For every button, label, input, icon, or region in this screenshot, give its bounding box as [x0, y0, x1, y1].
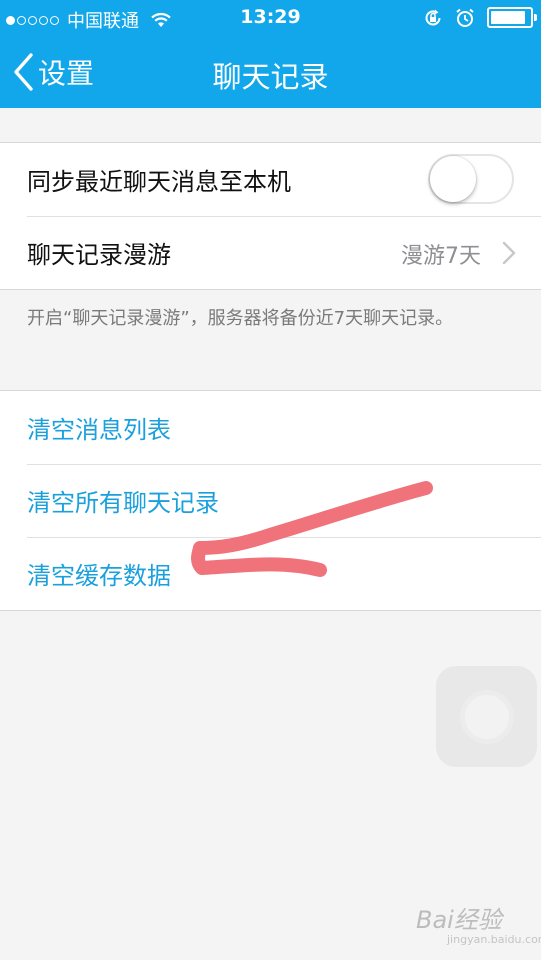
- status-right: [423, 7, 537, 28]
- chat-roaming-value: 漫游7天: [401, 244, 481, 269]
- battery-icon: [487, 7, 537, 28]
- roaming-settings-group: 同步最近聊天消息至本机 聊天记录漫游 漫游7天: [0, 142, 541, 290]
- assistive-touch-icon: [460, 690, 514, 744]
- roaming-footnote: 开启“聊天记录漫游”，服务器将备份近7天聊天记录。: [27, 308, 454, 329]
- chevron-right-icon: [502, 241, 516, 265]
- watermark-logo: Bai经验: [416, 906, 502, 934]
- chat-roaming-row[interactable]: 聊天记录漫游 漫游7天: [0, 216, 541, 289]
- sync-recent-messages-label: 同步最近聊天消息至本机: [27, 168, 291, 196]
- toggle-knob: [430, 156, 476, 202]
- clear-cache-data-row[interactable]: 清空缓存数据: [0, 537, 541, 610]
- clear-all-chat-records-row[interactable]: 清空所有聊天记录: [0, 464, 541, 537]
- chat-roaming-label: 聊天记录漫游: [27, 241, 171, 269]
- nav-bar: 设置 聊天记录: [0, 36, 541, 108]
- clear-message-list-button[interactable]: 清空消息列表: [27, 410, 171, 445]
- sync-recent-messages-row: 同步最近聊天消息至本机: [0, 143, 541, 216]
- status-bar: 中国联通 13:29: [0, 0, 541, 36]
- watermark-url: jingyan.baidu.com: [447, 933, 541, 946]
- rotation-lock-icon: [425, 9, 441, 25]
- clear-actions-group: 清空消息列表 清空所有聊天记录 清空缓存数据: [0, 390, 541, 611]
- battery-level: [491, 11, 526, 24]
- clear-all-chat-records-button[interactable]: 清空所有聊天记录: [27, 483, 219, 518]
- clear-cache-data-button[interactable]: 清空缓存数据: [27, 556, 171, 591]
- header: 中国联通 13:29 设置 聊天记录: [0, 0, 541, 108]
- sync-recent-messages-toggle[interactable]: [428, 154, 514, 204]
- alarm-icon: [456, 8, 474, 27]
- assistive-touch-button[interactable]: [436, 666, 537, 767]
- page-title: 聊天记录: [212, 60, 329, 94]
- clear-message-list-row[interactable]: 清空消息列表: [0, 391, 541, 464]
